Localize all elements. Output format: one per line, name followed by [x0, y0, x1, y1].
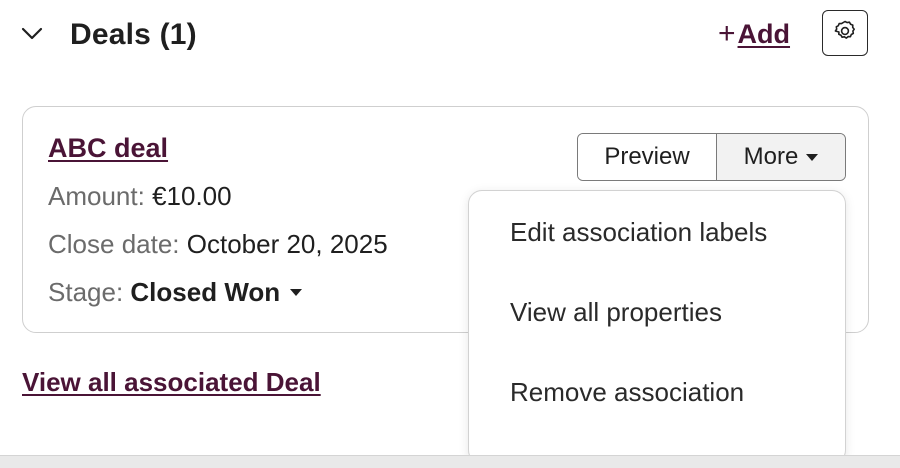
menu-item-edit-association-labels[interactable]: Edit association labels [469, 192, 845, 272]
deal-name-link[interactable]: ABC deal [48, 131, 168, 165]
stage-value: Closed Won [130, 277, 281, 307]
add-label: Add [737, 19, 791, 49]
stage-property: Stage: Closed Won [48, 275, 303, 309]
caret-down-icon [290, 288, 303, 296]
preview-button[interactable]: Preview [578, 134, 717, 180]
amount-value: €10.00 [152, 181, 232, 211]
more-label: More [743, 143, 799, 170]
more-dropdown-menu: Edit association labels View all propert… [468, 190, 846, 464]
close-date-value: October 20, 2025 [186, 229, 388, 259]
menu-item-remove-association[interactable]: Remove association [469, 352, 845, 432]
amount-property: Amount: €10.00 [48, 179, 232, 213]
more-button[interactable]: More [717, 134, 845, 180]
stage-label: Stage: [48, 277, 124, 307]
add-deal-button[interactable]: + Add [718, 16, 790, 52]
section-title: Deals (1) [70, 18, 197, 51]
plus-icon: + [718, 17, 736, 50]
card-actions: Preview More [577, 133, 846, 181]
caret-down-icon [806, 153, 819, 161]
stage-dropdown[interactable]: Closed Won [130, 275, 303, 309]
chevron-down-icon [21, 27, 43, 41]
close-date-property: Close date: October 20, 2025 [48, 227, 388, 261]
amount-label: Amount: [48, 181, 145, 211]
menu-item-view-all-properties[interactable]: View all properties [469, 272, 845, 352]
gear-icon [833, 19, 857, 48]
close-date-label: Close date: [48, 229, 180, 259]
settings-button[interactable] [822, 10, 868, 56]
bottom-divider [0, 455, 900, 468]
collapse-chevron-button[interactable] [20, 24, 44, 44]
view-all-deals-link[interactable]: View all associated Deal [22, 365, 321, 399]
